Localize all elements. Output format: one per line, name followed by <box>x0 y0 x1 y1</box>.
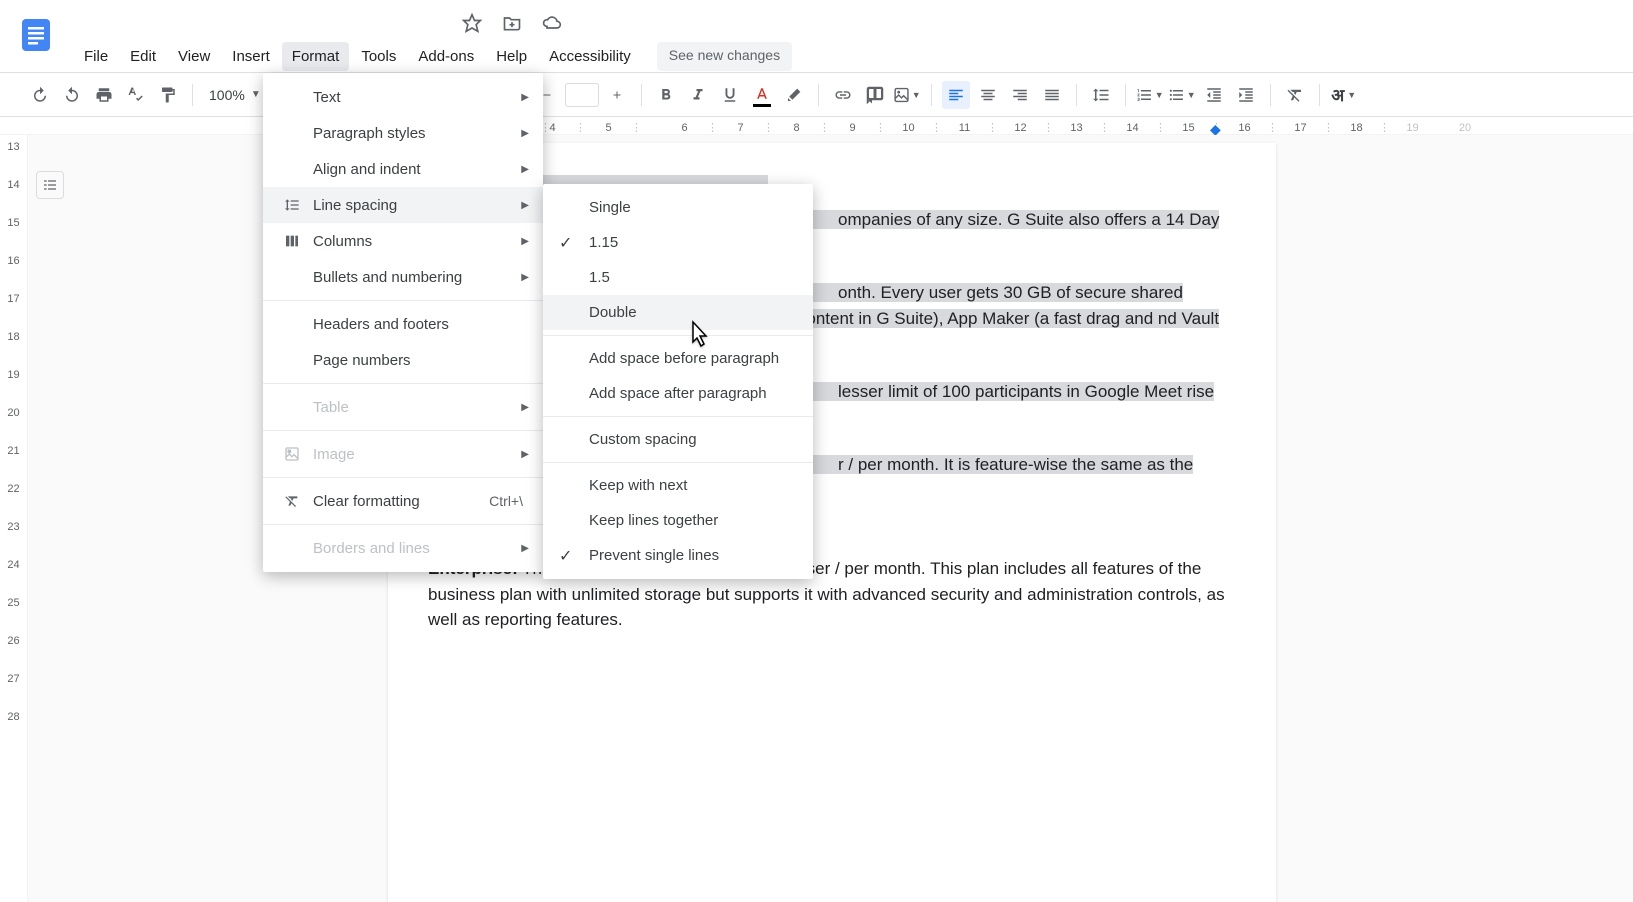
spacing-add-before[interactable]: Add space before paragraph <box>543 341 813 376</box>
undo-button[interactable] <box>26 81 54 109</box>
fontsize-inc[interactable] <box>603 81 631 109</box>
menu-insert[interactable]: Insert <box>222 42 280 71</box>
format-text[interactable]: Text▶ <box>263 79 543 115</box>
see-new-changes[interactable]: See new changes <box>657 42 792 71</box>
indent-button[interactable] <box>1232 81 1260 109</box>
image-icon <box>281 445 303 463</box>
outline-toggle-icon[interactable] <box>36 171 64 199</box>
spacing-add-after[interactable]: Add space after paragraph <box>543 376 813 411</box>
spacing-keep-next[interactable]: Keep with next <box>543 468 813 503</box>
cloud-status-icon[interactable] <box>542 13 562 33</box>
clear-formatting-button[interactable] <box>1281 81 1309 109</box>
align-left-button[interactable] <box>942 81 970 109</box>
comment-button[interactable] <box>861 81 889 109</box>
spacing-double[interactable]: Double <box>543 295 813 330</box>
format-headers-footers[interactable]: Headers and footers <box>263 306 543 342</box>
bulleted-list-button[interactable]: ▼ <box>1168 81 1196 109</box>
print-button[interactable] <box>90 81 118 109</box>
vertical-ruler[interactable]: 13141516171819202122232425262728 <box>0 135 28 902</box>
move-folder-icon[interactable] <box>502 13 522 33</box>
menu-addons[interactable]: Add-ons <box>408 42 484 71</box>
docs-logo[interactable] <box>16 8 56 62</box>
spellcheck-button[interactable] <box>122 81 150 109</box>
outdent-button[interactable] <box>1200 81 1228 109</box>
format-borders-lines[interactable]: Borders and lines▶ <box>263 530 543 566</box>
outline-panel <box>28 135 72 902</box>
zoom-select[interactable]: 100%▼ <box>201 87 269 103</box>
format-table[interactable]: Table▶ <box>263 389 543 425</box>
spacing-15[interactable]: 1.5 <box>543 260 813 295</box>
fontsize-input[interactable] <box>565 83 599 107</box>
format-columns[interactable]: Columns▶ <box>263 223 543 259</box>
menu-edit[interactable]: Edit <box>120 42 166 71</box>
format-dropdown: Text▶ Paragraph styles▶ Align and indent… <box>263 73 543 572</box>
menu-view[interactable]: View <box>168 42 220 71</box>
align-right-button[interactable] <box>1006 81 1034 109</box>
menubar: File Edit View Insert Format Tools Add-o… <box>74 42 792 71</box>
horizontal-ruler[interactable]: ⋮ 4⋮ 5⋮ 6⋮ 7⋮ 8⋮ 9⋮ 10⋮ 11⋮ 12⋮ 13⋮ 14⋮ … <box>0 117 1633 135</box>
star-icon[interactable] <box>462 13 482 33</box>
format-line-spacing[interactable]: Line spacing▶ <box>263 187 543 223</box>
menu-tools[interactable]: Tools <box>351 42 406 71</box>
spacing-keep-together[interactable]: Keep lines together <box>543 503 813 538</box>
align-center-button[interactable] <box>974 81 1002 109</box>
format-page-numbers[interactable]: Page numbers <box>263 342 543 378</box>
check-icon: ✓ <box>559 546 572 566</box>
clear-formatting-icon <box>281 492 303 510</box>
numbered-list-button[interactable]: ▼ <box>1136 81 1164 109</box>
format-clear-formatting[interactable]: Clear formattingCtrl+\ <box>263 483 543 519</box>
spacing-custom[interactable]: Custom spacing <box>543 422 813 457</box>
align-justify-button[interactable] <box>1038 81 1066 109</box>
menu-accessibility[interactable]: Accessibility <box>539 42 641 71</box>
spacing-single[interactable]: Single <box>543 190 813 225</box>
check-icon: ✓ <box>559 233 572 253</box>
toolbar: 100%▼ ▼ ▼ ▼ अ▼ <box>0 73 1633 117</box>
format-paragraph-styles[interactable]: Paragraph styles▶ <box>263 115 543 151</box>
underline-button[interactable] <box>716 81 744 109</box>
line-spacing-submenu: Single ✓1.15 1.5 Double Add space before… <box>543 184 813 579</box>
menu-file[interactable]: File <box>74 42 118 71</box>
redo-button[interactable] <box>58 81 86 109</box>
spacing-prevent-single[interactable]: ✓Prevent single lines <box>543 538 813 573</box>
format-image[interactable]: Image▶ <box>263 436 543 472</box>
menu-format[interactable]: Format <box>282 42 350 71</box>
app-header: File Edit View Insert Format Tools Add-o… <box>0 0 1633 73</box>
bold-button[interactable] <box>652 81 680 109</box>
spacing-115[interactable]: ✓1.15 <box>543 225 813 260</box>
line-spacing-button[interactable] <box>1087 81 1115 109</box>
italic-button[interactable] <box>684 81 712 109</box>
insert-image-button[interactable]: ▼ <box>893 81 921 109</box>
menu-help[interactable]: Help <box>486 42 537 71</box>
columns-icon <box>281 232 303 250</box>
format-bullets-numbering[interactable]: Bullets and numbering▶ <box>263 259 543 295</box>
input-tools-button[interactable]: अ▼ <box>1330 81 1358 109</box>
link-button[interactable] <box>829 81 857 109</box>
text-color-button[interactable] <box>748 81 776 109</box>
format-align-indent[interactable]: Align and indent▶ <box>263 151 543 187</box>
line-spacing-icon <box>281 196 303 214</box>
highlight-button[interactable] <box>780 81 808 109</box>
paint-format-button[interactable] <box>154 81 182 109</box>
